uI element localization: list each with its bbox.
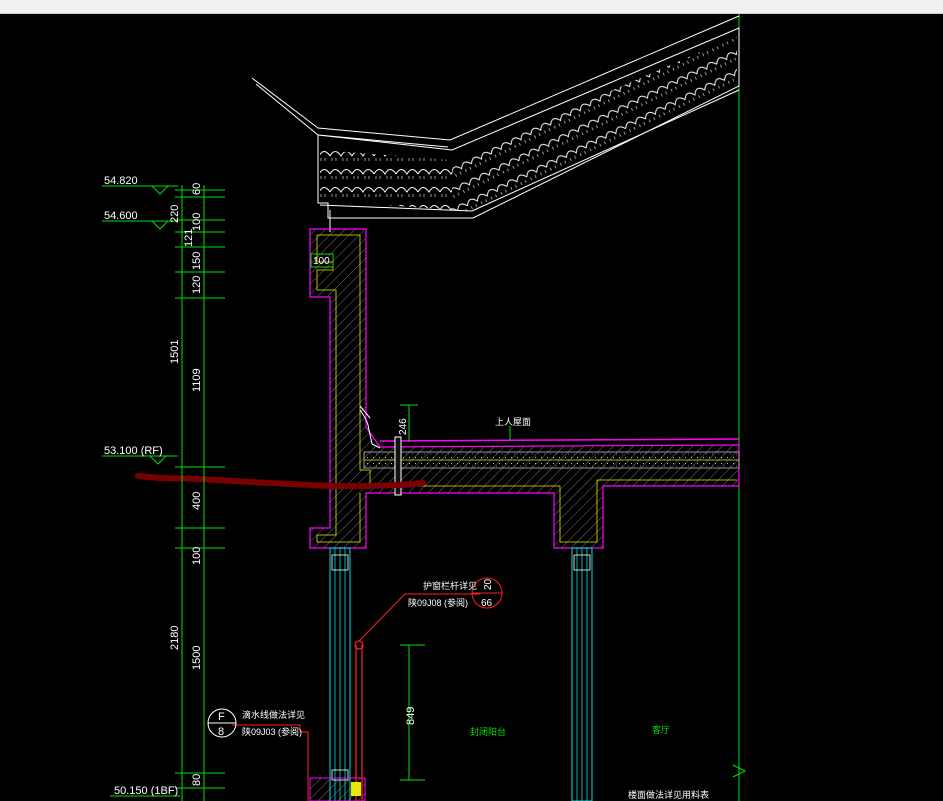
level-53100: 53.100 (RF) — [104, 445, 163, 457]
drip-callout-ref: 陕09J03 (参阅) — [242, 726, 302, 737]
dim-outer-60: 60 — [191, 183, 203, 195]
label-balcony: 封闭阳台 — [470, 726, 506, 737]
dim-outer-1501: 1501 — [169, 340, 181, 364]
level-54600: 54.600 — [104, 210, 138, 222]
railing-callout-num-top: 20 — [483, 578, 494, 590]
label-living: 客厅 — [652, 724, 670, 735]
dim-outer-2180: 2180 — [169, 626, 181, 650]
dim-246: 246 — [398, 418, 409, 435]
level-50150: 50.150 (1BF) — [114, 785, 178, 797]
dim-inner-100: 100 — [191, 213, 203, 231]
dim-849: 849 — [405, 707, 417, 725]
cad-viewer: 54.820 54.600 53.100 (RF) 50.150 (1BF) 6… — [0, 0, 943, 801]
dim-inner-150: 150 — [191, 252, 203, 270]
level-marks — [102, 185, 180, 797]
dim-inner-80: 80 — [191, 774, 203, 786]
label-roof: 上人屋面 — [495, 417, 531, 427]
railing-callout-ref: 陕09J08 (参阅) — [408, 597, 468, 608]
dim-inner-120: 120 — [191, 276, 203, 294]
dim-outer-400: 400 — [191, 492, 203, 510]
callout-leaders — [207, 577, 503, 801]
roof-eave — [251, 15, 740, 232]
window-right — [571, 547, 593, 801]
parapet-wall — [309, 228, 740, 549]
dim-inner-100b: 100 — [191, 547, 203, 565]
dim-100-box: 100 — [313, 256, 330, 267]
dim-inner-1109: 1109 — [191, 368, 203, 392]
level-54820: 54.820 — [104, 175, 138, 187]
railing-callout-num-bot: 66 — [481, 598, 493, 609]
window-left — [329, 547, 351, 801]
cad-drawing-canvas[interactable]: 54.820 54.600 53.100 (RF) 50.150 (1BF) 6… — [0, 13, 943, 801]
railing — [351, 640, 364, 801]
window-top-bar — [0, 0, 943, 14]
label-floor-note: 楼面做法详见用料表 — [628, 789, 709, 800]
dim-inner-1500: 1500 — [191, 646, 203, 670]
drip-callout-title: 滴水线做法详见 — [242, 709, 305, 720]
railing-callout-title: 护窗栏杆详见 — [423, 580, 477, 591]
drip-callout-num-top: F — [218, 711, 225, 723]
dim-outer-220: 220 — [169, 205, 181, 223]
drip-callout-num-bot: 8 — [218, 726, 224, 738]
